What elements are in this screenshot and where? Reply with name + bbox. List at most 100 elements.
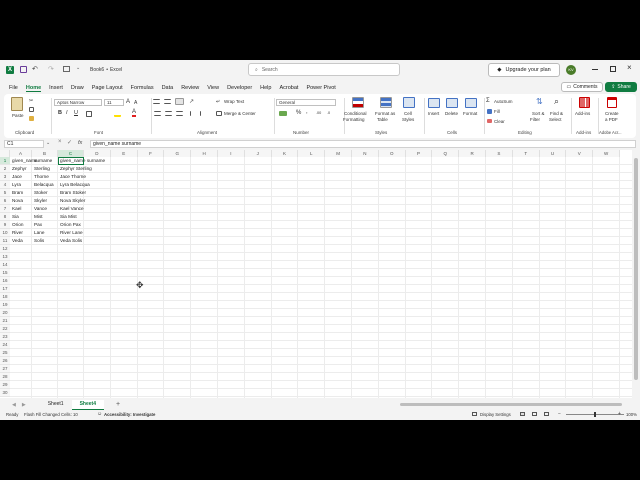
conditional-formatting-label-2[interactable]: Formatting: [343, 117, 365, 122]
cell[interactable]: Nova Skyler: [59, 197, 85, 205]
sort-filter-label-2[interactable]: Filter: [530, 117, 540, 122]
undo-icon[interactable]: ↶: [32, 65, 38, 73]
font-name-select[interactable]: Aptos Narrow: [54, 99, 102, 106]
middle-align-icon[interactable]: [164, 99, 171, 104]
column-header[interactable]: C: [58, 150, 84, 157]
prev-sheet-icon[interactable]: ◀: [12, 402, 16, 408]
cancel-icon[interactable]: ×: [58, 139, 62, 145]
create-pdf-label-2[interactable]: a PDF: [605, 117, 618, 122]
tab-developer[interactable]: Developer: [227, 85, 252, 91]
align-right-icon[interactable]: [176, 111, 183, 116]
bold-icon[interactable]: B: [58, 110, 62, 116]
tab-power-pivot[interactable]: Power Pivot: [306, 85, 335, 91]
wrap-text-icon[interactable]: ↵: [216, 99, 220, 105]
row-header[interactable]: 18: [0, 293, 10, 301]
format-painter-icon[interactable]: [29, 116, 34, 121]
cell[interactable]: Orion: [11, 221, 32, 229]
row-header[interactable]: 11: [0, 237, 10, 245]
row-header[interactable]: 22: [0, 325, 10, 333]
cell-styles-icon[interactable]: [403, 97, 415, 108]
align-left-icon[interactable]: [154, 111, 161, 116]
row-header[interactable]: 19: [0, 301, 10, 309]
cell[interactable]: Pax: [33, 221, 58, 229]
delete-cells-icon[interactable]: [446, 98, 458, 108]
format-as-table-label[interactable]: Format as: [375, 111, 395, 116]
decrease-indent-icon[interactable]: [190, 111, 196, 116]
scroll-thumb[interactable]: [634, 158, 638, 380]
column-header[interactable]: B: [32, 150, 58, 157]
quick-access-icon[interactable]: [63, 66, 70, 72]
column-header[interactable]: N: [352, 150, 379, 157]
enter-icon[interactable]: ✓: [67, 139, 72, 146]
find-select-icon[interactable]: ⌕: [554, 96, 559, 107]
column-header[interactable]: I: [218, 150, 245, 157]
insert-cells-button[interactable]: Insert: [428, 111, 439, 116]
cell[interactable]: Lane: [33, 229, 58, 237]
add-sheet-icon[interactable]: +: [116, 401, 120, 408]
top-align-icon[interactable]: [153, 99, 160, 104]
bottom-align-icon[interactable]: [175, 98, 184, 105]
column-header[interactable]: W: [593, 150, 620, 157]
h-scroll-thumb[interactable]: [400, 403, 622, 406]
minimize-icon[interactable]: [592, 69, 598, 70]
cell[interactable]: given_name: [11, 157, 38, 165]
sheet-tab-sheet4[interactable]: Sheet4: [71, 399, 104, 410]
zoom-in-icon[interactable]: +: [618, 411, 621, 417]
column-header[interactable]: M: [325, 150, 352, 157]
tab-view[interactable]: View: [207, 85, 219, 91]
row-header[interactable]: 21: [0, 317, 10, 325]
cell[interactable]: Bram Stoker: [59, 189, 86, 197]
next-sheet-icon[interactable]: ▶: [22, 402, 26, 408]
cell[interactable]: Vance: [33, 205, 58, 213]
cell[interactable]: Nova: [11, 197, 32, 205]
row-header[interactable]: 4: [0, 181, 10, 189]
zoom-out-icon[interactable]: −: [558, 411, 561, 417]
tab-acrobat[interactable]: Acrobat: [279, 85, 298, 91]
vertical-scrollbar[interactable]: [632, 150, 640, 398]
column-header[interactable]: H: [191, 150, 218, 157]
column-header[interactable]: J: [244, 150, 272, 157]
underline-icon[interactable]: U: [74, 110, 78, 116]
row-header[interactable]: 10: [0, 229, 10, 237]
page-layout-view-icon[interactable]: [532, 412, 537, 416]
clear-icon[interactable]: [487, 119, 492, 123]
row-header[interactable]: 14: [0, 261, 10, 269]
currency-icon[interactable]: [279, 111, 287, 116]
conditional-formatting-label[interactable]: Conditional: [344, 111, 367, 116]
search-box[interactable]: ⌕ Search: [248, 63, 400, 76]
sheet-tab-sheet1[interactable]: Sheet1: [40, 400, 72, 409]
insert-function-icon[interactable]: fx: [78, 140, 82, 146]
row-header[interactable]: 17: [0, 285, 10, 293]
row-header[interactable]: 12: [0, 245, 10, 253]
status-display-settings[interactable]: Display Settings: [480, 412, 511, 417]
comments-button[interactable]: ▭ Comments: [561, 82, 603, 92]
fill-icon[interactable]: [487, 109, 492, 114]
align-center-icon[interactable]: [165, 111, 172, 116]
row-header[interactable]: 24: [0, 341, 10, 349]
cell[interactable]: Jace: [11, 173, 32, 181]
tab-draw[interactable]: Draw: [71, 85, 84, 91]
insert-cells-icon[interactable]: [428, 98, 440, 108]
column-header[interactable]: E: [110, 150, 138, 157]
cell[interactable]: Veda: [11, 237, 32, 245]
cell[interactable]: Thorne: [33, 173, 58, 181]
sort-filter-label[interactable]: Sort &: [532, 111, 545, 116]
column-header[interactable]: S: [486, 150, 513, 157]
clear-button[interactable]: Clear: [494, 119, 505, 124]
decrease-font-icon[interactable]: A: [134, 100, 137, 106]
borders-icon[interactable]: [86, 111, 92, 117]
cell-styles-label[interactable]: Cell: [404, 111, 412, 116]
tab-home[interactable]: Home: [25, 85, 42, 92]
conditional-formatting-icon[interactable]: [352, 97, 364, 108]
paste-icon[interactable]: [11, 97, 23, 111]
format-cells-icon[interactable]: [465, 98, 477, 108]
row-header[interactable]: 8: [0, 213, 10, 221]
column-header[interactable]: K: [271, 150, 299, 157]
cell[interactable]: Zephyr: [11, 165, 32, 173]
cell[interactable]: Kael: [11, 205, 32, 213]
select-all-corner[interactable]: [0, 150, 10, 157]
zoom-slider-thumb[interactable]: [594, 412, 596, 417]
save-icon[interactable]: [20, 66, 27, 73]
row-header[interactable]: 5: [0, 189, 10, 197]
column-header[interactable]: U: [539, 150, 567, 157]
